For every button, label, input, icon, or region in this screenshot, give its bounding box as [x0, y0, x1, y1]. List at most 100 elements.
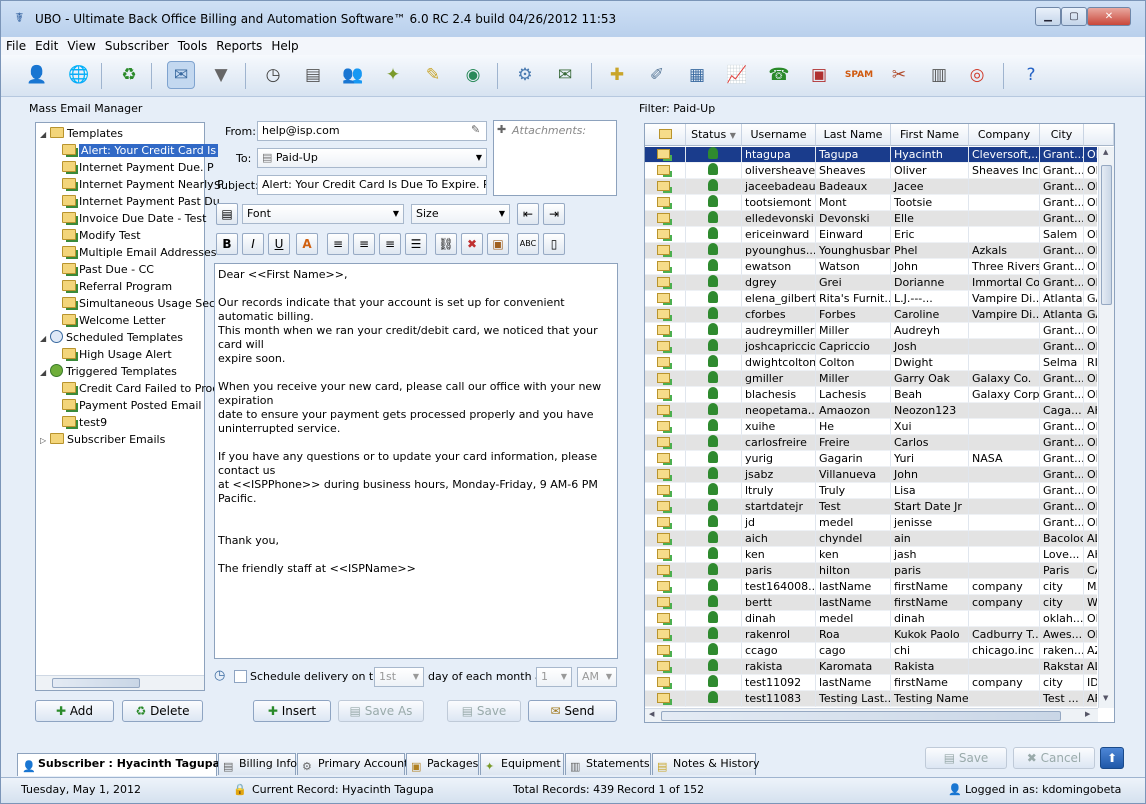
- collapse-icon[interactable]: ◢: [40, 365, 50, 381]
- table-row[interactable]: dwightcolton Colton Dwight Selma RI: [645, 355, 1097, 371]
- schedule-day-dropdown[interactable]: 1st ▼: [374, 667, 424, 687]
- record-cancel-button[interactable]: ✖ Cancel: [1013, 747, 1095, 769]
- email-body-editor[interactable]: Dear <<First Name>>, Our records indicat…: [214, 263, 618, 659]
- menu-subscriber[interactable]: Subscriber: [100, 37, 173, 53]
- menu-view[interactable]: View: [62, 37, 99, 53]
- table-row[interactable]: gmiller Miller Garry Oak Galaxy Co. Grant...…: [645, 371, 1097, 387]
- column-header-lastname[interactable]: Last Name: [816, 124, 891, 146]
- table-row[interactable]: test164008... lastName firstName company cit…: [645, 579, 1097, 595]
- clock-icon[interactable]: ◷: [259, 61, 287, 89]
- table-row[interactable]: dgreyGreiDorianneImmortal Co.Grant...OF: [645, 275, 1097, 291]
- tree-item[interactable]: Internet Payment Due. P: [62, 160, 214, 176]
- tab-notes-history[interactable]: ▤ Notes & History: [652, 753, 759, 775]
- filter-icon[interactable]: ▼: [207, 61, 235, 89]
- schedule-ampm-dropdown[interactable]: AM ▼: [577, 667, 617, 687]
- menu-file[interactable]: File: [1, 37, 30, 53]
- delete-button[interactable]: ♻ Delete: [122, 700, 203, 722]
- tree-item[interactable]: Modify Test: [62, 228, 141, 244]
- add-button[interactable]: ✚ Add: [35, 700, 114, 722]
- underline-button[interactable]: U: [268, 233, 290, 255]
- insert-link-icon[interactable]: ⛓: [435, 233, 457, 255]
- tree-item[interactable]: Internet Payment Nearly P: [62, 177, 224, 193]
- tree-item[interactable]: ▷ Subscriber Emails: [40, 432, 165, 448]
- tree-item[interactable]: Invoice Due Date - Test: [62, 211, 206, 227]
- table-row[interactable]: test11092lastNamefirstNamecompanycityID: [645, 675, 1097, 691]
- tree-item[interactable]: Referral Program: [62, 279, 172, 295]
- tree-item[interactable]: Alert: Your Credit Card Is: [62, 143, 219, 159]
- send-button[interactable]: ✉ Send: [528, 700, 617, 722]
- justify-icon[interactable]: ☰: [405, 233, 427, 255]
- table-row[interactable]: ccagocagochichicago.incraken...AZ: [645, 643, 1097, 659]
- table-row[interactable]: neopetama...AmaozonNeozon123 Caga...AK: [645, 403, 1097, 419]
- settings-icon[interactable]: ⚙: [511, 61, 539, 89]
- tree-item[interactable]: test9: [62, 415, 107, 431]
- menu-reports[interactable]: Reports: [211, 37, 266, 53]
- table-row[interactable]: elena_gilbert Rita's Furnit... L.J.---... V…: [645, 291, 1097, 307]
- tab-packages[interactable]: ▣ Packages: [406, 753, 479, 775]
- attachments-box[interactable]: ✚ Attachments:: [493, 120, 617, 196]
- tree-item[interactable]: Past Due - CC: [62, 262, 154, 278]
- close-button[interactable]: ✕: [1087, 7, 1131, 26]
- tree-item[interactable]: Payment Posted Email: [62, 398, 201, 414]
- tools-icon[interactable]: ✂: [885, 61, 913, 89]
- maximize-button[interactable]: ▢: [1061, 7, 1087, 26]
- expand-icon[interactable]: ▷: [40, 433, 50, 449]
- table-row[interactable]: aichchyndelain BacolodAL: [645, 531, 1097, 547]
- spam-icon[interactable]: SPAM: [845, 61, 873, 89]
- table-row[interactable]: test11083 Testing Last... Testing Name Test…: [645, 691, 1097, 707]
- table-row[interactable]: tootsiemontMontTootsie Grant...OF: [645, 195, 1097, 211]
- table-row[interactable]: bertt lastName firstName company city W: [645, 595, 1097, 611]
- scroll-up-button[interactable]: ⬆: [1100, 747, 1124, 769]
- table-row[interactable]: audreymillerMillerAudreyh Grant...OF: [645, 323, 1097, 339]
- align-right-icon[interactable]: ≡: [379, 233, 401, 255]
- menu-edit[interactable]: Edit: [30, 37, 62, 53]
- font-dropdown[interactable]: Font ▼: [242, 204, 404, 224]
- template-tree[interactable]: ◢ Templates Alert: Your Credit Card Is Inte…: [35, 122, 224, 691]
- font-color-icon[interactable]: A: [296, 233, 318, 255]
- table-row[interactable]: pyounghus...YounghusbandPhelAzkalsGrant.…: [645, 243, 1097, 259]
- tab-statements[interactable]: ▥ Statements: [565, 753, 651, 775]
- insert-button[interactable]: ✚ Insert: [253, 700, 331, 722]
- table-row[interactable]: parishiltonparis ParisCA: [645, 563, 1097, 579]
- table-row[interactable]: carlosfreireFreireCarlos Grant...OF: [645, 435, 1097, 451]
- table-row[interactable]: cforbes Forbes Caroline Vampire Di... Atlant…: [645, 307, 1097, 323]
- spellcheck-icon[interactable]: ABC: [517, 233, 539, 255]
- table-row[interactable]: jdmedeljenisse Grant...OF: [645, 515, 1097, 531]
- column-header-extra[interactable]: [1084, 124, 1114, 146]
- note-edit-icon[interactable]: ✐: [643, 61, 671, 89]
- italic-button[interactable]: I: [242, 233, 264, 255]
- edit-pencil-icon[interactable]: ✎: [471, 123, 480, 136]
- schedule-checkbox[interactable]: [234, 670, 247, 683]
- mass-email-icon[interactable]: ✉: [167, 61, 195, 89]
- notepad-icon[interactable]: ✎: [419, 61, 447, 89]
- table-row[interactable]: blachesis Lachesis Beah Galaxy Corp. Grant..…: [645, 387, 1097, 403]
- email-icon[interactable]: ✉: [551, 61, 579, 89]
- collapse-icon[interactable]: ◢: [40, 331, 50, 347]
- help-icon[interactable]: ?: [1017, 61, 1045, 89]
- table-row[interactable]: kenkenjashLove...AK: [645, 547, 1097, 563]
- tree-item[interactable]: Credit Card Failed to Proc: [62, 381, 218, 397]
- tree-item[interactable]: High Usage Alert: [62, 347, 172, 363]
- format-icon[interactable]: ▤: [216, 203, 238, 225]
- tree-item[interactable]: Multiple Email Addresses: [62, 245, 217, 261]
- tab-billing-info[interactable]: ▤ Billing Info: [218, 753, 297, 775]
- column-header-icon[interactable]: [645, 124, 686, 146]
- source-icon[interactable]: ▯: [543, 233, 565, 255]
- tree-horizontal-scrollbar[interactable]: [36, 675, 204, 690]
- table-row[interactable]: ewatsonWatsonJohnThree RiversGrant...OF: [645, 259, 1097, 275]
- table-row[interactable]: htagupa Tagupa Hyacinth Cleversoft,... Grant…: [645, 147, 1097, 163]
- table-row[interactable]: dinahmedeldinah oklah...OK: [645, 611, 1097, 627]
- tree-item[interactable]: Welcome Letter: [62, 313, 165, 329]
- save-template-button[interactable]: ▤ Save: [447, 700, 521, 722]
- table-row[interactable]: xuiheHeXui Grant...OF: [645, 419, 1097, 435]
- table-row[interactable]: rakenrol Roa Kukok Paolo Cadburry T... Awes.…: [645, 627, 1097, 643]
- grid-vertical-scrollbar[interactable]: ▲ ▼: [1098, 147, 1114, 708]
- table-row[interactable]: oliversheaves Sheaves Oliver Sheaves Inc. Gr…: [645, 163, 1097, 179]
- column-header-username[interactable]: Username: [742, 124, 816, 146]
- calculator-icon[interactable]: ▥: [925, 61, 953, 89]
- table-row[interactable]: startdatejrTestStart Date Jr Grant...OF: [645, 499, 1097, 515]
- tab-primary-account[interactable]: ⚙ Primary Account: [297, 753, 408, 775]
- document-icon[interactable]: ▤: [299, 61, 327, 89]
- bold-button[interactable]: B: [216, 233, 238, 255]
- collapse-icon[interactable]: ◢: [40, 127, 50, 143]
